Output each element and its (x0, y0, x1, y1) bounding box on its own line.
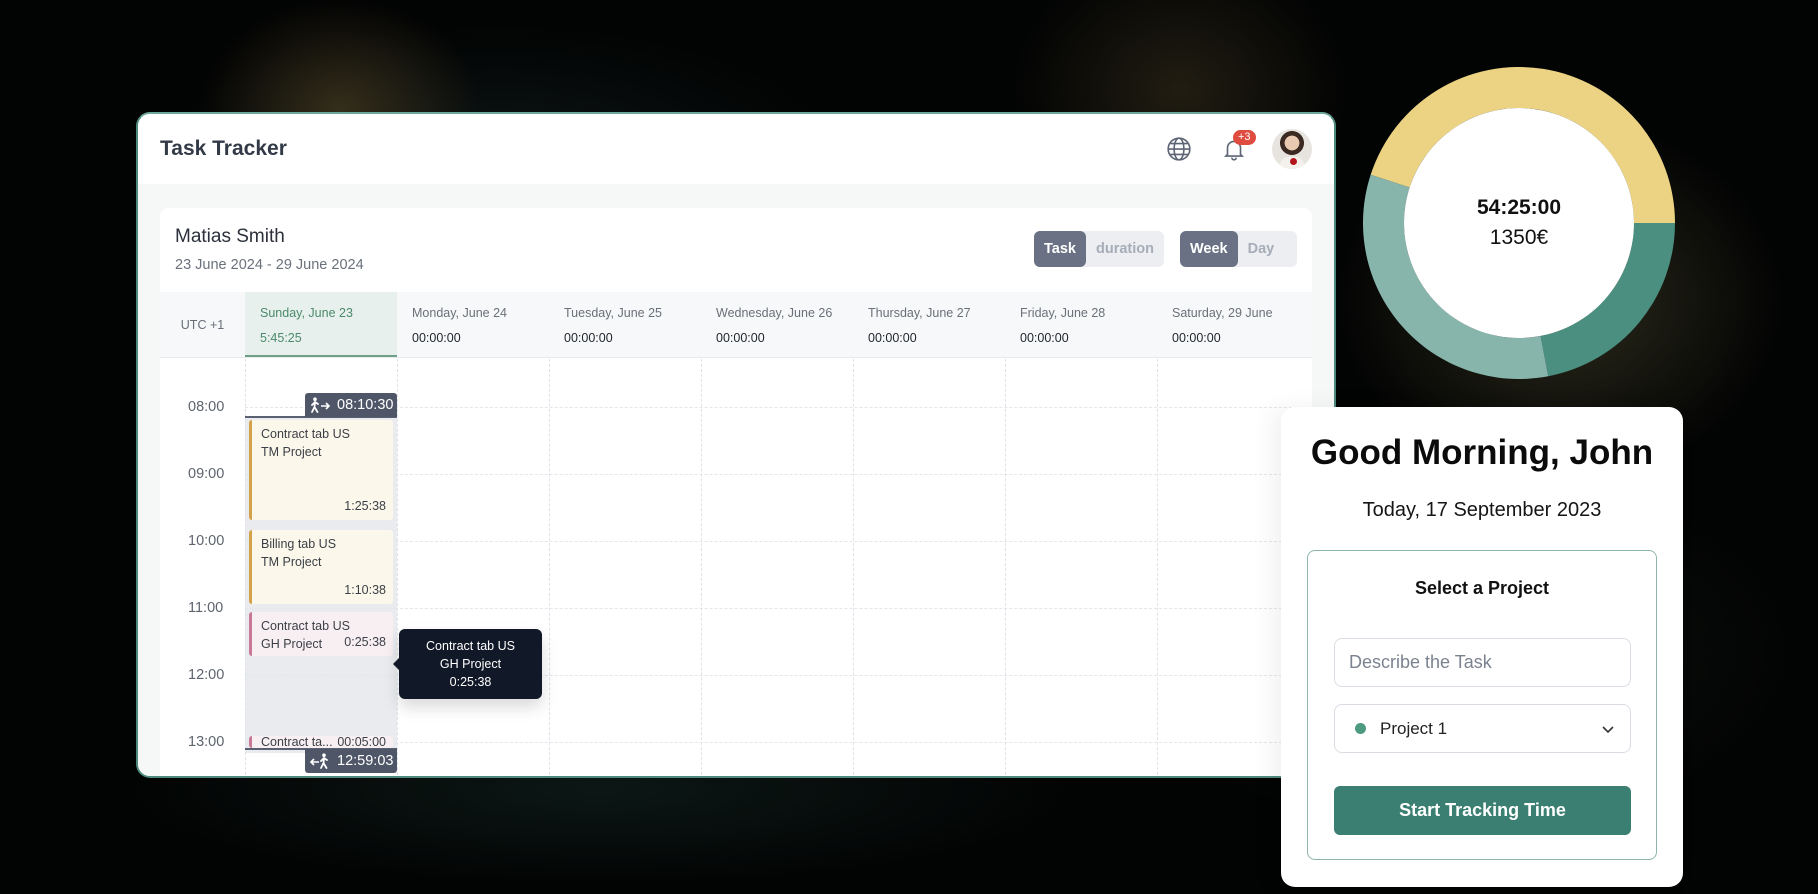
notifications-button[interactable]: +3 (1219, 130, 1256, 164)
entry-duration: 1:10:38 (344, 583, 386, 597)
day-total: 00:00:00 (1172, 331, 1221, 345)
entry-duration: 1:25:38 (344, 499, 386, 513)
entry-project: TM Project (261, 445, 322, 459)
day-divider (853, 359, 854, 776)
day-name: Thursday, June 27 (868, 306, 971, 320)
day-total: 00:00:00 (564, 331, 613, 345)
start-tracking-button[interactable]: Start Tracking Time (1334, 786, 1631, 835)
day-column-header[interactable]: Sunday, June 23 5:45:25 (245, 292, 397, 357)
top-bar: Task Tracker +3 (138, 114, 1334, 184)
total-amount: 1350€ (1489, 226, 1549, 249)
hour-label: 11:00 (188, 600, 224, 616)
calendar-panel: Matias Smith 23 June 2024 - 29 June 2024… (160, 208, 1312, 776)
project-color-dot (1355, 723, 1366, 734)
project-form: Select a Project Project 1 Start Trackin… (1307, 550, 1657, 860)
walk-in-icon (311, 397, 331, 413)
check-in-time: 08:10:30 (337, 397, 394, 413)
day-total: 00:00:00 (716, 331, 765, 345)
tooltip-project: GH Project (439, 657, 502, 671)
toggle-day[interactable]: Day (1238, 231, 1285, 267)
day-name: Sunday, June 23 (260, 306, 353, 320)
entry-task: Contract tab US (261, 427, 350, 441)
time-entry[interactable]: Contract ta... 00:05:00 (249, 736, 393, 748)
day-divider (1157, 359, 1158, 776)
check-out-time: 12:59:03 (337, 753, 394, 769)
date-range: 23 June 2024 - 29 June 2024 (175, 257, 364, 273)
entry-project: TM Project (261, 555, 322, 569)
user-avatar[interactable] (1272, 129, 1312, 169)
chevron-down-icon (1602, 725, 1614, 733)
calendar-header: Matias Smith 23 June 2024 - 29 June 2024… (160, 208, 1312, 292)
time-entry[interactable]: Billing tab US TM Project 1:10:38 (249, 530, 393, 604)
toggle-week[interactable]: Week (1180, 231, 1238, 267)
check-out-marker[interactable]: 12:59:03 (305, 749, 397, 773)
toggle-duration[interactable]: duration (1086, 231, 1164, 267)
day-divider (549, 359, 550, 776)
mode-toggle: Task duration (1034, 231, 1164, 267)
task-description-input[interactable] (1334, 638, 1631, 687)
time-entry[interactable]: Contract tab US GH Project 0:25:38 (249, 612, 393, 656)
entry-duration: 00:05:00 (337, 736, 386, 748)
task-tracker-window: Task Tracker +3 Matias Smith 23 June 202… (136, 112, 1336, 778)
day-total: 00:00:00 (868, 331, 917, 345)
hour-line (245, 541, 1312, 542)
day-name: Wednesday, June 26 (716, 306, 833, 320)
hour-label: 12:00 (188, 667, 225, 683)
project-form-title: Select a Project (1414, 578, 1550, 598)
user-name: Matias Smith (175, 226, 285, 247)
day-total: 5:45:25 (260, 331, 302, 345)
day-column-header[interactable]: Friday, June 28 00:00:00 (1005, 292, 1157, 357)
donut-center: 54:25:00 1350€ (1363, 67, 1675, 379)
check-in-marker[interactable]: 08:10:30 (305, 393, 397, 417)
entry-duration: 0:25:38 (344, 635, 386, 649)
day-column-header[interactable]: Thursday, June 27 00:00:00 (853, 292, 1005, 357)
day-divider (245, 359, 246, 776)
greeting-date: Today, 17 September 2023 (1362, 499, 1602, 521)
hour-label: 09:00 (188, 466, 225, 482)
toggle-task[interactable]: Task (1034, 231, 1086, 267)
day-divider (397, 359, 398, 776)
language-button[interactable] (1164, 134, 1194, 164)
app-title: Task Tracker (160, 137, 287, 160)
day-name: Saturday, 29 June (1172, 306, 1273, 320)
entry-tooltip: Contract tab US GH Project 0:25:38 (393, 629, 542, 699)
hour-line (245, 474, 1312, 475)
day-divider (701, 359, 702, 776)
day-column-header[interactable]: Wednesday, June 26 00:00:00 (701, 292, 853, 357)
day-total: 00:00:00 (1020, 331, 1069, 345)
time-entry[interactable]: Contract tab US TM Project 1:25:38 (249, 420, 393, 520)
hour-label: 08:00 (188, 399, 225, 415)
project-select[interactable]: Project 1 (1334, 704, 1631, 753)
day-name: Friday, June 28 (1020, 306, 1106, 320)
content-area: Matias Smith 23 June 2024 - 29 June 2024… (138, 184, 1334, 776)
day-column-header[interactable]: Monday, June 24 00:00:00 (397, 292, 549, 357)
greeting-title: Good Morning, John (1310, 433, 1654, 472)
total-time: 54:25:00 (1476, 196, 1562, 219)
view-toggle: Week Day (1180, 231, 1297, 267)
hour-line (245, 742, 1312, 743)
hour-label: 13:00 (188, 734, 225, 750)
day-name: Tuesday, June 25 (564, 306, 662, 320)
hour-label: 10:00 (188, 533, 225, 549)
day-column-header[interactable]: Tuesday, June 25 00:00:00 (549, 292, 701, 357)
calendar-grid[interactable]: 08:00 09:00 10:00 11:00 12:00 13:00 08:1… (160, 359, 1312, 776)
day-divider (1005, 359, 1006, 776)
tooltip-task: Contract tab US (426, 639, 515, 653)
day-column-header[interactable]: Saturday, 29 June 00:00:00 (1157, 292, 1309, 357)
hour-line (245, 608, 1312, 609)
timezone-label: UTC +1 (180, 317, 225, 332)
avatar-flower (1290, 158, 1297, 165)
entry-task: Billing tab US (261, 537, 337, 551)
selected-project: Project 1 (1380, 718, 1448, 738)
tooltip-duration: 0:25:38 (449, 675, 492, 689)
notification-badge: +3 (1233, 130, 1256, 145)
globe-icon (1167, 137, 1191, 161)
week-day-header: UTC +1 Sunday, June 23 5:45:25 Monday, J… (160, 292, 1312, 358)
day-total: 00:00:00 (412, 331, 461, 345)
greeting-card: Good Morning, John Today, 17 September 2… (1281, 407, 1683, 887)
walk-out-icon (309, 753, 328, 769)
hour-line (245, 407, 1312, 408)
day-name: Monday, June 24 (412, 306, 507, 320)
